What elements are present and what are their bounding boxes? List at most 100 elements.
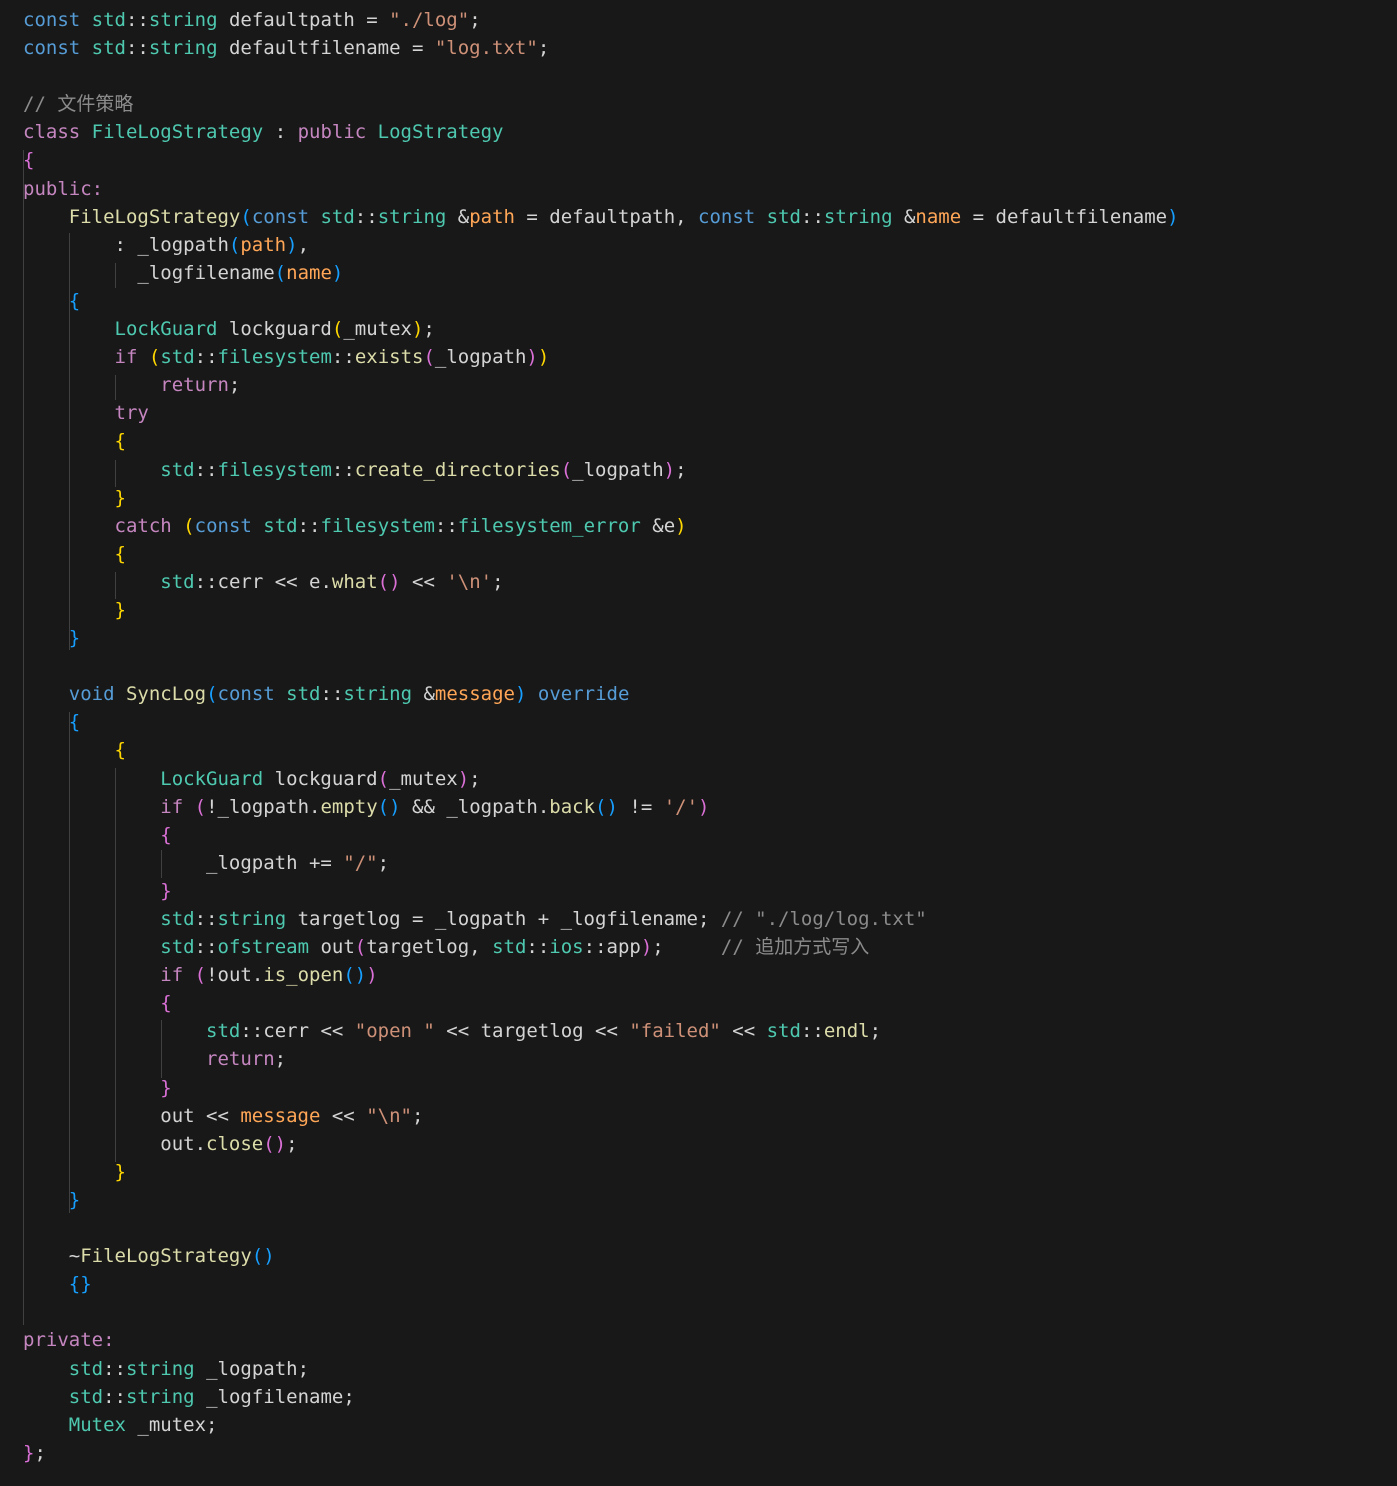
code-line[interactable]: return; bbox=[23, 371, 1179, 399]
code-token-plain: defaultpath = bbox=[217, 9, 390, 31]
code-token-keyword: const bbox=[217, 683, 275, 706]
code-token-plain: = defaultpath, bbox=[514, 205, 699, 228]
code-token-plain: cerr bbox=[217, 570, 264, 593]
code-line[interactable]: std::cerr << "open " << targetlog << "fa… bbox=[23, 1017, 1179, 1045]
code-token-type: LockGuard bbox=[160, 767, 264, 790]
code-token-control: return bbox=[206, 1048, 275, 1071]
code-line[interactable]: : _logpath(path), bbox=[23, 231, 1179, 259]
code-line[interactable]: ~FileLogStrategy() bbox=[23, 1242, 1179, 1270]
code-token-bracket3: ) bbox=[1167, 205, 1179, 228]
code-token-bracket3: } bbox=[68, 1188, 81, 1211]
code-line[interactable]: return; bbox=[23, 1045, 1179, 1073]
code-line[interactable]: std::string _logfilename; bbox=[23, 1383, 1179, 1411]
code-line[interactable] bbox=[23, 1214, 1179, 1242]
code-token-bracket3: ( bbox=[240, 205, 252, 228]
code-token-plain: :: bbox=[194, 458, 218, 481]
code-token-type: LockGuard bbox=[114, 318, 218, 341]
code-token-type: string bbox=[148, 9, 218, 31]
code-line[interactable]: { bbox=[23, 989, 1179, 1017]
code-token-plain: _mutex; bbox=[125, 1413, 218, 1436]
code-line[interactable]: {} bbox=[23, 1270, 1179, 1298]
code-line[interactable]: _logpath += "/"; bbox=[23, 849, 1179, 877]
code-token-plain: ; bbox=[652, 936, 721, 959]
code-token-bracket2: ) bbox=[663, 458, 676, 481]
code-token-plain: ; bbox=[228, 374, 241, 397]
code-editor[interactable]: const std::string defaultpath = "./log";… bbox=[0, 0, 1397, 1486]
code-token-type: Mutex bbox=[68, 1413, 126, 1436]
code-token-bracket2: } bbox=[23, 1441, 35, 1464]
code-line[interactable]: out << message << "\n"; bbox=[23, 1102, 1179, 1130]
code-token-bracket2: { bbox=[23, 149, 35, 172]
code-content[interactable]: const std::string defaultpath = "./log";… bbox=[23, 6, 1179, 1467]
code-line[interactable]: }; bbox=[23, 1439, 1179, 1467]
code-token-type: std bbox=[160, 346, 195, 369]
code-line[interactable]: private: bbox=[23, 1326, 1179, 1354]
code-token-bracket2: ( bbox=[194, 964, 207, 987]
code-line[interactable]: } bbox=[23, 596, 1179, 624]
code-line[interactable]: const std::string defaultfilename = "log… bbox=[23, 34, 1179, 62]
code-line[interactable]: FileLogStrategy(const std::string &path … bbox=[23, 203, 1179, 231]
code-line[interactable]: { bbox=[23, 821, 1179, 849]
code-line[interactable]: { bbox=[23, 427, 1179, 455]
code-token-bracket1: { bbox=[114, 542, 126, 565]
code-line[interactable]: LockGuard lockguard(_mutex); bbox=[23, 765, 1179, 793]
code-line[interactable]: { bbox=[23, 736, 1179, 764]
code-token-bracket3: ) bbox=[331, 261, 344, 284]
code-line[interactable]: catch (const std::filesystem::filesystem… bbox=[23, 512, 1179, 540]
code-line[interactable]: std::cerr << e.what() << '\n'; bbox=[23, 568, 1179, 596]
code-line[interactable]: { bbox=[23, 287, 1179, 315]
code-line[interactable]: try bbox=[23, 399, 1179, 427]
code-line[interactable]: void SyncLog(const std::string &message)… bbox=[23, 680, 1179, 708]
code-token-control: if bbox=[114, 346, 138, 369]
code-token-param: message bbox=[434, 683, 515, 706]
code-token-type: std bbox=[68, 1385, 104, 1408]
code-token-type: string bbox=[125, 1385, 195, 1408]
code-token-plain: _mutex bbox=[389, 767, 458, 790]
code-token-plain: ; bbox=[423, 318, 435, 341]
code-line[interactable]: _logfilename(name) bbox=[23, 259, 1179, 287]
code-token-plain: ; bbox=[286, 1132, 298, 1155]
code-line[interactable]: Mutex _mutex; bbox=[23, 1411, 1179, 1439]
code-token-type: string bbox=[823, 205, 893, 228]
code-line[interactable]: } bbox=[23, 1158, 1179, 1186]
code-line[interactable]: // 文件策略 bbox=[23, 90, 1179, 118]
code-line[interactable]: if (!out.is_open()) bbox=[23, 961, 1179, 989]
code-line[interactable]: out.close(); bbox=[23, 1130, 1179, 1158]
code-token-plain: << bbox=[309, 1020, 355, 1043]
code-token-bracket1: } bbox=[114, 598, 126, 621]
code-line[interactable]: std::string targetlog = _logpath + _logf… bbox=[23, 905, 1179, 933]
code-line[interactable] bbox=[23, 62, 1179, 90]
code-token-control: public bbox=[297, 121, 367, 144]
code-line[interactable]: if (std::filesystem::exists(_logpath)) bbox=[23, 343, 1179, 371]
code-token-type: filesystem bbox=[217, 458, 332, 481]
code-token-plain: _logfilename; bbox=[194, 1385, 355, 1408]
code-line[interactable]: std::string _logpath; bbox=[23, 1355, 1179, 1383]
code-line[interactable]: } bbox=[23, 877, 1179, 905]
code-line[interactable]: { bbox=[23, 708, 1179, 736]
code-line[interactable]: std::ofstream out(targetlog, std::ios::a… bbox=[23, 933, 1179, 961]
code-line[interactable]: public: bbox=[23, 175, 1179, 203]
code-token-plain: : _logpath bbox=[23, 233, 229, 256]
code-token-plain: && _logpath. bbox=[400, 795, 550, 818]
code-line[interactable]: } bbox=[23, 1186, 1179, 1214]
code-line[interactable]: { bbox=[23, 540, 1179, 568]
code-line[interactable]: } bbox=[23, 1074, 1179, 1102]
code-line[interactable]: } bbox=[23, 624, 1179, 652]
code-token-plain: :: bbox=[331, 458, 355, 481]
code-line[interactable]: LockGuard lockguard(_mutex); bbox=[23, 315, 1179, 343]
code-line[interactable] bbox=[23, 1298, 1179, 1326]
code-line[interactable]: { bbox=[23, 146, 1179, 174]
code-token-plain: ; bbox=[869, 1020, 882, 1043]
code-token-bracket2: ( bbox=[377, 767, 390, 790]
code-token-bracket2: ( bbox=[354, 936, 367, 959]
code-line[interactable]: class FileLogStrategy : public LogStrate… bbox=[23, 118, 1179, 146]
code-line[interactable]: if (!_logpath.empty() && _logpath.back()… bbox=[23, 793, 1179, 821]
code-line[interactable] bbox=[23, 652, 1179, 680]
code-line[interactable]: const std::string defaultpath = "./log"; bbox=[23, 6, 1179, 34]
code-line[interactable]: } bbox=[23, 484, 1179, 512]
code-token-bracket2: ( bbox=[560, 458, 573, 481]
code-line[interactable]: std::filesystem::create_directories(_log… bbox=[23, 456, 1179, 484]
code-token-function: close bbox=[206, 1132, 264, 1155]
